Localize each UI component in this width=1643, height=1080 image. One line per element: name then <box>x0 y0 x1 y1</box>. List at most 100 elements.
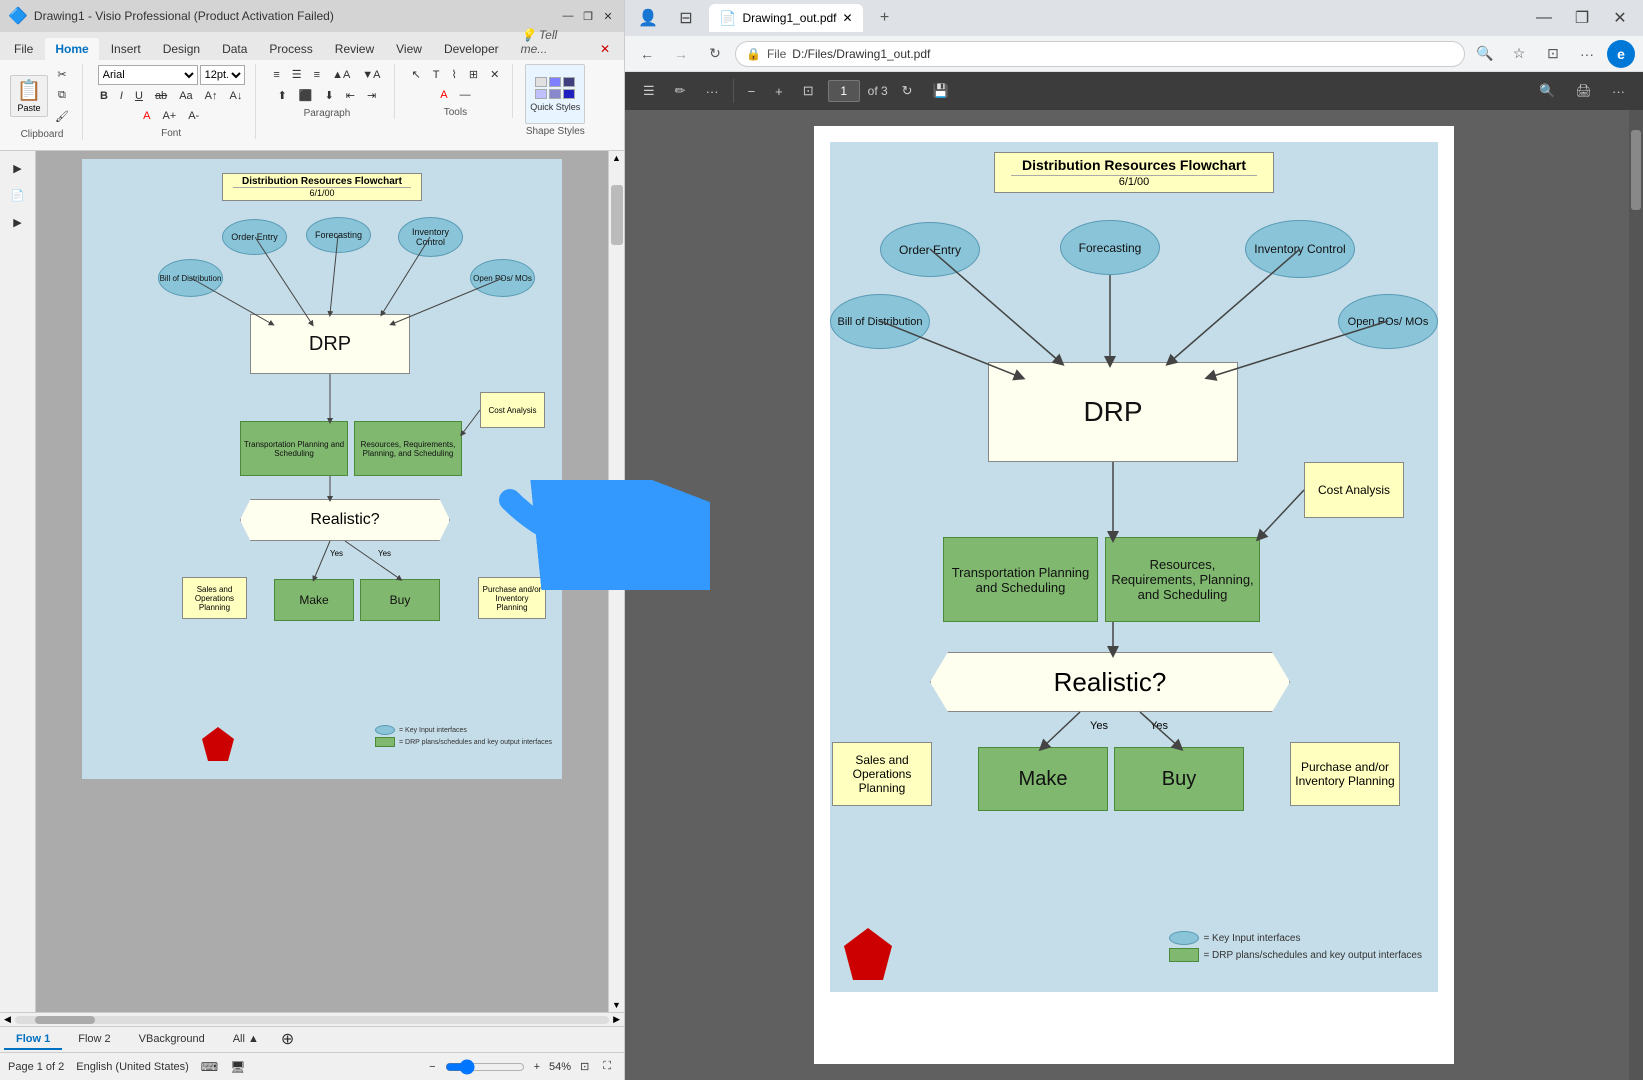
zoom-in-pdf-button[interactable]: + <box>769 80 789 103</box>
indent-less-button[interactable]: ⇤ <box>341 86 360 105</box>
tab-vbackground[interactable]: VBackground <box>127 1030 217 1050</box>
tab-close[interactable]: ✕ <box>590 38 620 60</box>
format-painter-button[interactable]: 🖌 <box>50 107 74 126</box>
indent-more-button[interactable]: ⇥ <box>362 86 381 105</box>
sidebar-button[interactable]: ⊟ <box>671 3 701 33</box>
pdf-scrollbar-thumb[interactable] <box>1631 130 1641 210</box>
cut-button[interactable]: ✂ <box>50 65 74 84</box>
pointer-button[interactable]: ↖ <box>407 65 426 84</box>
scroll-right-button[interactable]: ▶ <box>613 1014 620 1025</box>
align-bottom-button[interactable]: ⬇ <box>320 86 339 105</box>
align-center-button[interactable]: ☰ <box>287 65 307 84</box>
tab-design[interactable]: Design <box>153 38 210 60</box>
strikethrough-button[interactable]: ab <box>150 87 172 105</box>
tab-flow2[interactable]: Flow 2 <box>66 1030 122 1050</box>
scroll-up-button[interactable]: ▲ <box>610 151 623 165</box>
pdf-print-button[interactable]: 🖨 <box>1569 79 1598 103</box>
align-right-button[interactable]: ≡ <box>309 66 325 84</box>
pdf-page-input[interactable] <box>828 80 860 102</box>
minimize-browser-button[interactable]: — <box>1529 3 1559 33</box>
save-pdf-button[interactable]: 💾 <box>927 79 955 103</box>
rotate-pdf-button[interactable]: ↻ <box>896 79 919 103</box>
zoom-out-button[interactable]: − <box>424 1058 440 1076</box>
nav-button[interactable]: ▶ <box>8 213 26 232</box>
refresh-button[interactable]: ↻ <box>701 40 729 68</box>
fill-button[interactable]: A <box>435 86 452 104</box>
expand-button[interactable]: ▶ <box>8 159 26 178</box>
tab-all[interactable]: All ▲ <box>221 1030 271 1050</box>
forward-button[interactable]: → <box>667 40 695 68</box>
fit-page-button[interactable]: ⊡ <box>575 1057 594 1076</box>
quick-styles-button[interactable]: Quick Styles <box>525 64 585 124</box>
right-scrollbar[interactable]: ▲ ▼ <box>608 151 624 1012</box>
pdf-more-tools-button[interactable]: ··· <box>700 80 725 103</box>
paste-button[interactable]: 📋 Paste <box>10 75 48 117</box>
minimize-button[interactable]: — <box>560 8 576 24</box>
scroll-down-button[interactable]: ▼ <box>610 998 623 1012</box>
fit-pdf-button[interactable]: ⊡ <box>797 79 820 103</box>
restore-browser-button[interactable]: ❐ <box>1567 3 1597 33</box>
h-scrollbar[interactable]: ◀ ▶ <box>0 1012 624 1026</box>
shrink-font-button[interactable]: A↓ <box>225 87 248 105</box>
tab-home[interactable]: Home <box>45 38 98 60</box>
snap-glue-button[interactable]: ⊞ <box>464 65 483 84</box>
bold-button[interactable]: B <box>95 87 113 105</box>
zoom-in-button[interactable]: + <box>529 1058 545 1076</box>
read-aloud-button[interactable]: ⊡ <box>1539 40 1567 68</box>
connector-button[interactable]: ⌇ <box>446 65 461 84</box>
tab-review[interactable]: Review <box>325 38 384 60</box>
align-left-button[interactable]: ≡ <box>268 66 284 84</box>
visio-canvas[interactable]: Distribution Resources Flowchart 6/1/00 … <box>82 159 562 779</box>
text-shrink-button[interactable]: ▼A <box>357 66 385 84</box>
font-color-a-button[interactable]: A <box>138 107 155 125</box>
close-browser-button[interactable]: ✕ <box>1605 3 1635 33</box>
tab-file[interactable]: File <box>4 38 43 60</box>
zoom-out-pdf-button[interactable]: − <box>742 80 762 103</box>
scrollbar-thumb[interactable] <box>611 185 623 245</box>
favorites-button[interactable]: ☆ <box>1505 40 1533 68</box>
zoom-browser-button[interactable]: 🔍 <box>1471 40 1499 68</box>
align-mid-button[interactable]: ⬛ <box>294 86 318 105</box>
tab-data[interactable]: Data <box>212 38 257 60</box>
zoom-slider[interactable] <box>445 1059 525 1075</box>
tab-tell-me[interactable]: 💡 Tell me... <box>511 24 584 60</box>
pdf-search-button[interactable]: 🔍 <box>1533 79 1561 103</box>
pdf-right-scrollbar[interactable] <box>1629 110 1643 1080</box>
font-color-button[interactable]: Aa <box>174 87 197 105</box>
line-button[interactable]: — <box>455 86 476 104</box>
new-tab-button[interactable]: + <box>871 4 899 32</box>
tab-close-button[interactable]: ✕ <box>843 11 853 25</box>
scroll-left-button[interactable]: ◀ <box>4 1014 11 1025</box>
italic-button[interactable]: I <box>115 87 128 105</box>
align-top-button[interactable]: ⬆ <box>273 86 292 105</box>
tab-add[interactable]: ⊕ <box>275 1029 300 1051</box>
tab-process[interactable]: Process <box>259 38 322 60</box>
full-screen-button[interactable]: ⛶ <box>598 1057 616 1076</box>
copy-button[interactable]: ⧉ <box>50 86 74 105</box>
text-button[interactable]: T <box>428 66 445 84</box>
decrease-size-button[interactable]: A- <box>183 107 204 125</box>
pdf-draw-button[interactable]: ✏ <box>669 79 692 103</box>
browser-more-button[interactable]: ··· <box>1573 40 1601 68</box>
page-button[interactable]: 📄 <box>6 186 30 205</box>
font-name-select[interactable]: Arial <box>98 65 198 85</box>
browser-tab[interactable]: 📄 Drawing1_out.pdf ✕ <box>709 4 863 32</box>
text-grow-button[interactable]: ▲A <box>327 66 355 84</box>
h-scrollbar-thumb[interactable] <box>35 1016 95 1024</box>
increase-size-button[interactable]: A+ <box>157 107 181 125</box>
restore-button[interactable]: ❐ <box>580 8 596 24</box>
back-button[interactable]: ← <box>633 40 661 68</box>
tab-developer[interactable]: Developer <box>434 38 509 60</box>
underline-button[interactable]: U <box>130 87 148 105</box>
pdf-more-button[interactable]: ··· <box>1606 80 1631 103</box>
font-size-select[interactable]: 12pt. <box>200 65 245 85</box>
edge-button[interactable]: e <box>1607 40 1635 68</box>
pdf-toc-button[interactable]: ☰ <box>637 79 661 103</box>
tab-insert[interactable]: Insert <box>101 38 151 60</box>
crop-button[interactable]: ✕ <box>485 65 504 84</box>
tab-flow1[interactable]: Flow 1 <box>4 1030 62 1050</box>
close-button[interactable]: ✕ <box>600 8 616 24</box>
profile-button[interactable]: 👤 <box>633 3 663 33</box>
grow-font-button[interactable]: A↑ <box>200 87 223 105</box>
tab-view[interactable]: View <box>386 38 432 60</box>
